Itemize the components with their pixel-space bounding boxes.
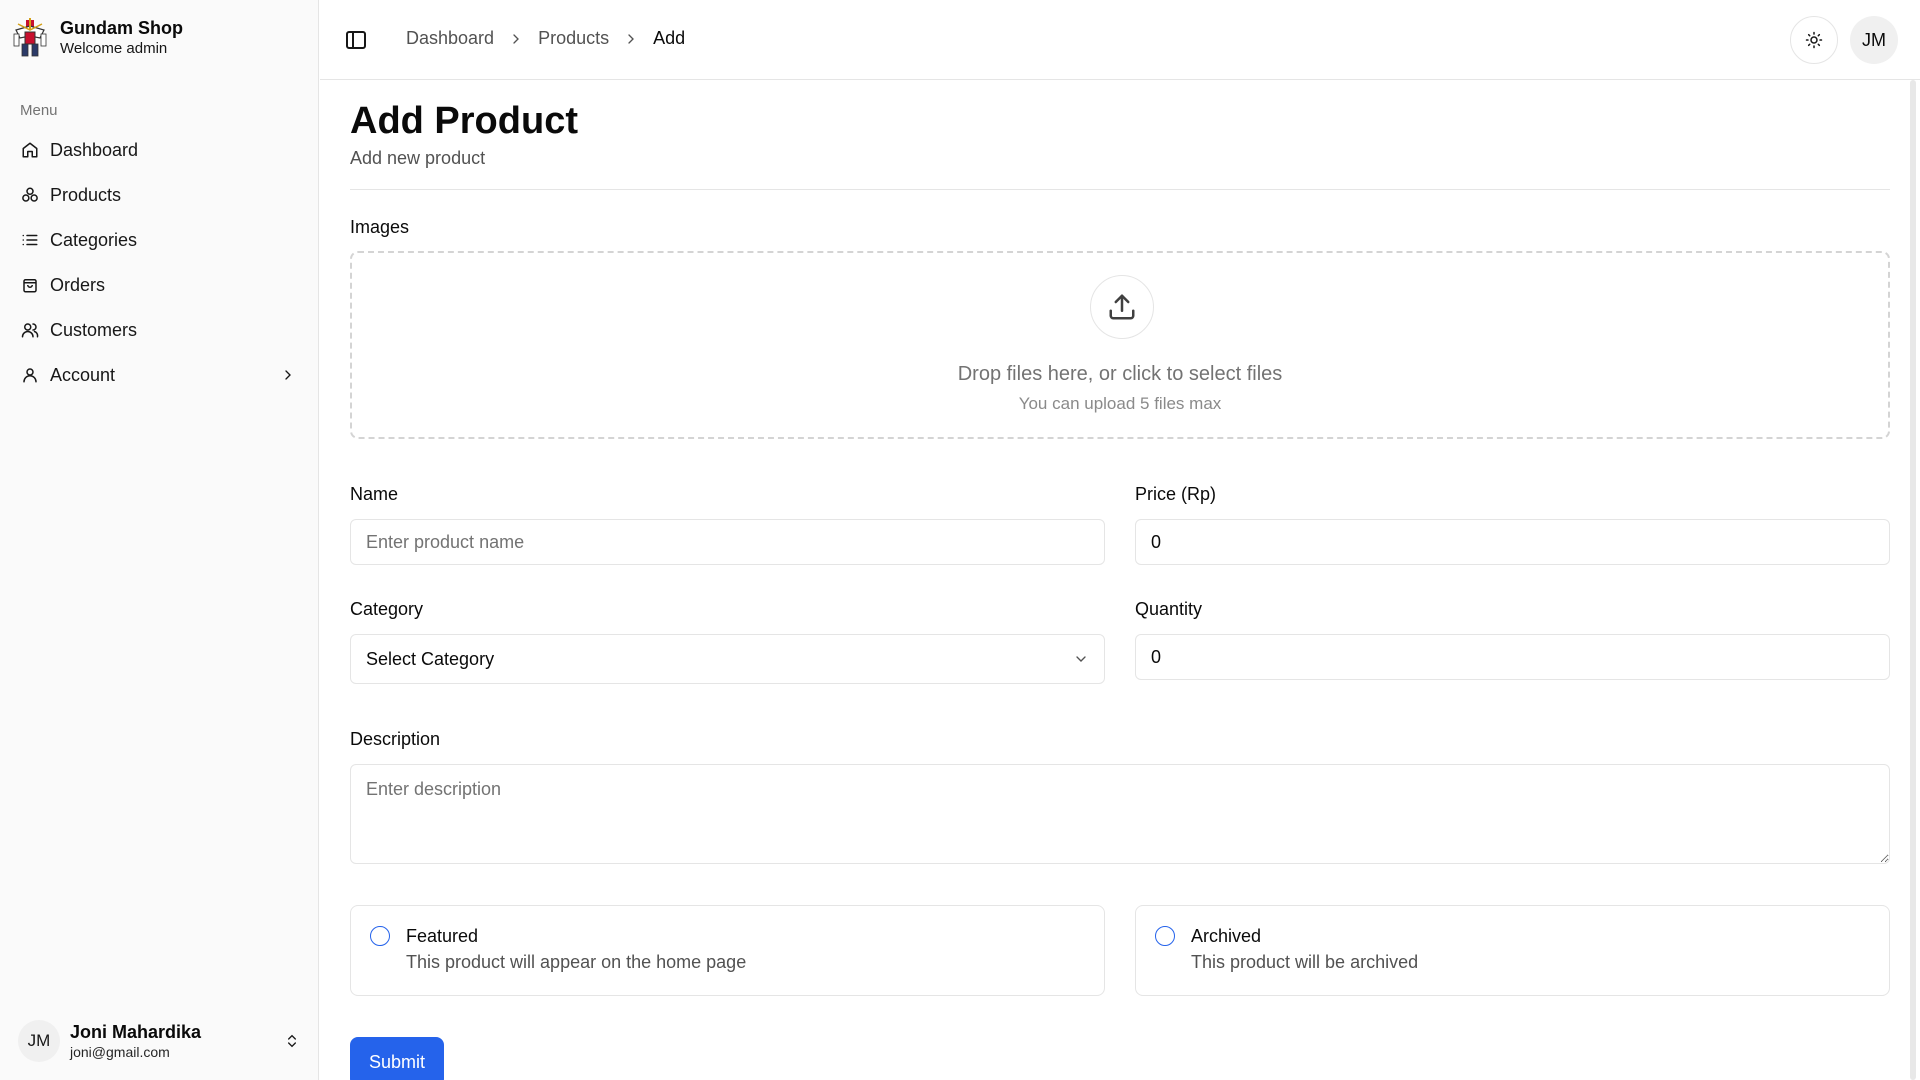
list-icon <box>20 230 40 250</box>
sidebar-item-customers[interactable]: Customers <box>10 308 308 352</box>
chevron-right-icon <box>285 370 291 380</box>
chevron-right-icon <box>628 33 635 44</box>
description-label: Description <box>350 729 441 749</box>
quantity-label: Quantity <box>1135 599 1203 619</box>
price-input[interactable] <box>1135 519 1890 565</box>
featured-title: Featured <box>406 926 479 946</box>
user-icon <box>20 365 40 385</box>
featured-option[interactable]: Featured This product will appear on the… <box>350 905 1105 996</box>
home-icon <box>20 140 40 160</box>
sidebar-item-label: Customers <box>50 319 138 340</box>
users-icon <box>20 320 40 340</box>
featured-checkbox[interactable] <box>370 926 390 946</box>
gundam-logo-icon <box>13 18 47 57</box>
dropzone-hint: You can upload 5 files max <box>1018 394 1222 413</box>
theme-toggle-button[interactable] <box>1790 16 1838 64</box>
user-name: Joni Mahardika <box>70 1022 202 1042</box>
price-label: Price (Rp) <box>1135 484 1217 504</box>
sidebar-item-categories[interactable]: Categories <box>10 218 308 262</box>
sidebar-item-label: Orders <box>50 274 106 295</box>
archived-description: This product will be archived <box>1191 952 1419 972</box>
breadcrumb: Dashboard Products Add <box>406 28 685 49</box>
sidebar-toggle-icon[interactable] <box>344 28 368 52</box>
page-title: Add Product <box>350 100 578 142</box>
upload-icon-wrapper <box>1090 275 1154 339</box>
breadcrumb-current: Add <box>653 28 686 48</box>
brand-subtitle: Welcome admin <box>60 40 168 57</box>
sidebar-nav: Dashboard Products Categories Orders Cus… <box>10 128 308 398</box>
sidebar: Gundam Shop Welcome admin Menu Dashboard… <box>0 0 319 1080</box>
sidebar-item-label: Products <box>50 184 122 205</box>
avatar: JM <box>18 1020 60 1062</box>
header-avatar[interactable]: JM <box>1850 16 1898 64</box>
user-info: Joni Mahardika joni@gmail.com <box>70 1021 201 1061</box>
sidebar-item-dashboard[interactable]: Dashboard <box>10 128 308 172</box>
chevron-down-icon <box>1076 656 1086 662</box>
category-select[interactable]: Select Category <box>350 634 1105 684</box>
product-name-input[interactable] <box>350 519 1105 565</box>
sidebar-item-label: Dashboard <box>50 139 139 160</box>
breadcrumb-products[interactable]: Products <box>538 28 609 49</box>
scrollbar[interactable] <box>1910 80 1916 1080</box>
header: Dashboard Products Add JM <box>320 0 1920 80</box>
sidebar-item-account[interactable]: Account <box>10 353 308 397</box>
brand-text: Gundam Shop Welcome admin <box>60 17 183 59</box>
upload-icon <box>1109 294 1135 320</box>
divider <box>350 189 1890 190</box>
sidebar-item-orders[interactable]: Orders <box>10 263 308 307</box>
chevron-right-icon <box>513 33 520 44</box>
archived-checkbox[interactable] <box>1155 926 1175 946</box>
sidebar-item-label: Categories <box>50 229 138 250</box>
sidebar-item-products[interactable]: Products <box>10 173 308 217</box>
name-label: Name <box>350 484 399 504</box>
dropzone-text: Drop files here, or click to select file… <box>957 363 1283 385</box>
archived-title: Archived <box>1191 926 1262 946</box>
shopping-bag-icon <box>20 275 40 295</box>
category-label: Category <box>350 599 424 619</box>
chevrons-up-down-icon <box>288 1034 296 1048</box>
sidebar-item-label: Account <box>50 364 116 385</box>
submit-button[interactable]: Submit <box>350 1037 444 1080</box>
boxes-icon <box>20 185 40 205</box>
archived-option[interactable]: Archived This product will be archived <box>1135 905 1890 996</box>
description-textarea[interactable] <box>350 764 1890 864</box>
image-dropzone[interactable]: Drop files here, or click to select file… <box>350 251 1890 439</box>
user-menu[interactable]: JM Joni Mahardika joni@gmail.com <box>18 1016 300 1066</box>
brand[interactable]: Gundam Shop Welcome admin <box>10 16 183 60</box>
page-subtitle: Add new product <box>350 148 486 168</box>
images-label: Images <box>350 217 410 237</box>
category-select-value: Select Category <box>366 648 495 669</box>
menu-label: Menu <box>20 102 58 119</box>
user-email: joni@gmail.com <box>70 1044 170 1060</box>
quantity-input[interactable] <box>1135 634 1890 680</box>
brand-name: Gundam Shop <box>60 18 183 38</box>
sun-icon <box>1805 31 1823 49</box>
featured-description: This product will appear on the home pag… <box>406 952 747 972</box>
breadcrumb-dashboard[interactable]: Dashboard <box>406 28 494 49</box>
